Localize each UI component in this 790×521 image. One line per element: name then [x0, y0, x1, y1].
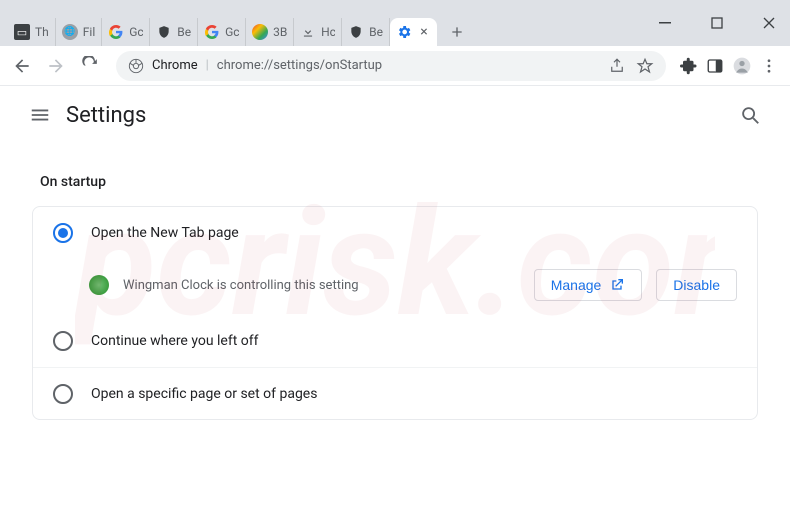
extension-notice-row: Wingman Clock is controlling this settin… — [33, 259, 757, 315]
doc-icon: ▭ — [14, 24, 30, 40]
tab-active-settings[interactable]: × — [390, 18, 437, 46]
omnibox-chip: Chrome — [152, 58, 198, 73]
back-button[interactable] — [8, 52, 36, 80]
google-icon — [108, 24, 124, 40]
tab-label: Gc — [129, 25, 143, 39]
share-icon[interactable] — [608, 57, 626, 75]
tab-label: Be — [369, 25, 383, 39]
settings-content: On startup Open the New Tab page Wingman… — [0, 144, 790, 432]
tab-label: Gc — [225, 25, 239, 39]
search-button[interactable] — [730, 95, 770, 135]
chrome-icon — [128, 58, 144, 74]
radio-unselected[interactable] — [53, 331, 73, 351]
option-row-specific-pages[interactable]: Open a specific page or set of pages — [33, 367, 757, 419]
window-maximize-button[interactable] — [702, 11, 732, 35]
manage-button[interactable]: Manage — [534, 269, 643, 301]
close-icon[interactable]: × — [417, 24, 431, 40]
reload-button[interactable] — [76, 52, 104, 80]
tab-label: Hc — [321, 25, 335, 39]
tab-item[interactable]: 🌐 Fil — [56, 18, 102, 46]
section-title: On startup — [40, 174, 758, 190]
radio-selected[interactable] — [53, 223, 73, 243]
tab-item[interactable]: ▭ Th — [8, 18, 56, 46]
sidepanel-icon[interactable] — [706, 57, 724, 75]
separator: | — [206, 58, 209, 73]
gear-icon — [396, 24, 412, 40]
rainbow-icon — [252, 24, 268, 40]
download-icon — [300, 24, 316, 40]
shield-icon — [348, 24, 364, 40]
window-minimize-button[interactable] — [650, 11, 680, 35]
extension-icon — [89, 275, 109, 295]
option-label: Continue where you left off — [91, 333, 259, 349]
disable-button-label: Disable — [673, 277, 720, 293]
manage-button-label: Manage — [551, 277, 602, 293]
extensions-icon[interactable] — [680, 57, 698, 75]
forward-button[interactable] — [42, 52, 70, 80]
on-startup-card: Open the New Tab page Wingman Clock is c… — [32, 206, 758, 420]
tab-label: Be — [177, 25, 191, 39]
option-row-new-tab[interactable]: Open the New Tab page — [33, 207, 757, 259]
disable-button[interactable]: Disable — [656, 269, 737, 301]
tab-item[interactable]: Gc — [198, 18, 246, 46]
settings-header: Settings — [0, 86, 790, 144]
address-bar[interactable]: Chrome | chrome://settings/onStartup — [116, 51, 666, 81]
shield-icon — [156, 24, 172, 40]
tab-item[interactable]: Hc — [294, 18, 342, 46]
open-external-icon — [609, 277, 625, 293]
tab-item[interactable]: Gc — [102, 18, 150, 46]
option-label: Open the New Tab page — [91, 225, 239, 241]
option-row-continue[interactable]: Continue where you left off — [33, 315, 757, 367]
profile-icon[interactable] — [732, 56, 752, 76]
menu-icon[interactable] — [760, 57, 778, 75]
omnibox-url: chrome://settings/onStartup — [217, 58, 600, 73]
option-label: Open a specific page or set of pages — [91, 386, 317, 402]
radio-unselected[interactable] — [53, 384, 73, 404]
tab-strip: ▭ Th 🌐 Fil Gc Be Gc 3B Hc Be — [0, 10, 790, 46]
tab-item[interactable]: Be — [150, 18, 198, 46]
new-tab-button[interactable] — [443, 18, 471, 46]
tab-label: 3B — [273, 25, 287, 39]
tab-item[interactable]: 3B — [246, 18, 294, 46]
google-icon — [204, 24, 220, 40]
tab-item[interactable]: Be — [342, 18, 390, 46]
globe-icon: 🌐 — [62, 24, 78, 40]
browser-toolbar: Chrome | chrome://settings/onStartup — [0, 46, 790, 86]
tab-label: Th — [35, 25, 49, 39]
bookmark-icon[interactable] — [636, 57, 654, 75]
window-close-button[interactable] — [754, 11, 784, 35]
tab-label: Fil — [83, 25, 95, 39]
extension-notice-text: Wingman Clock is controlling this settin… — [123, 278, 520, 293]
page-title: Settings — [66, 103, 146, 128]
hamburger-menu-button[interactable] — [20, 95, 60, 135]
